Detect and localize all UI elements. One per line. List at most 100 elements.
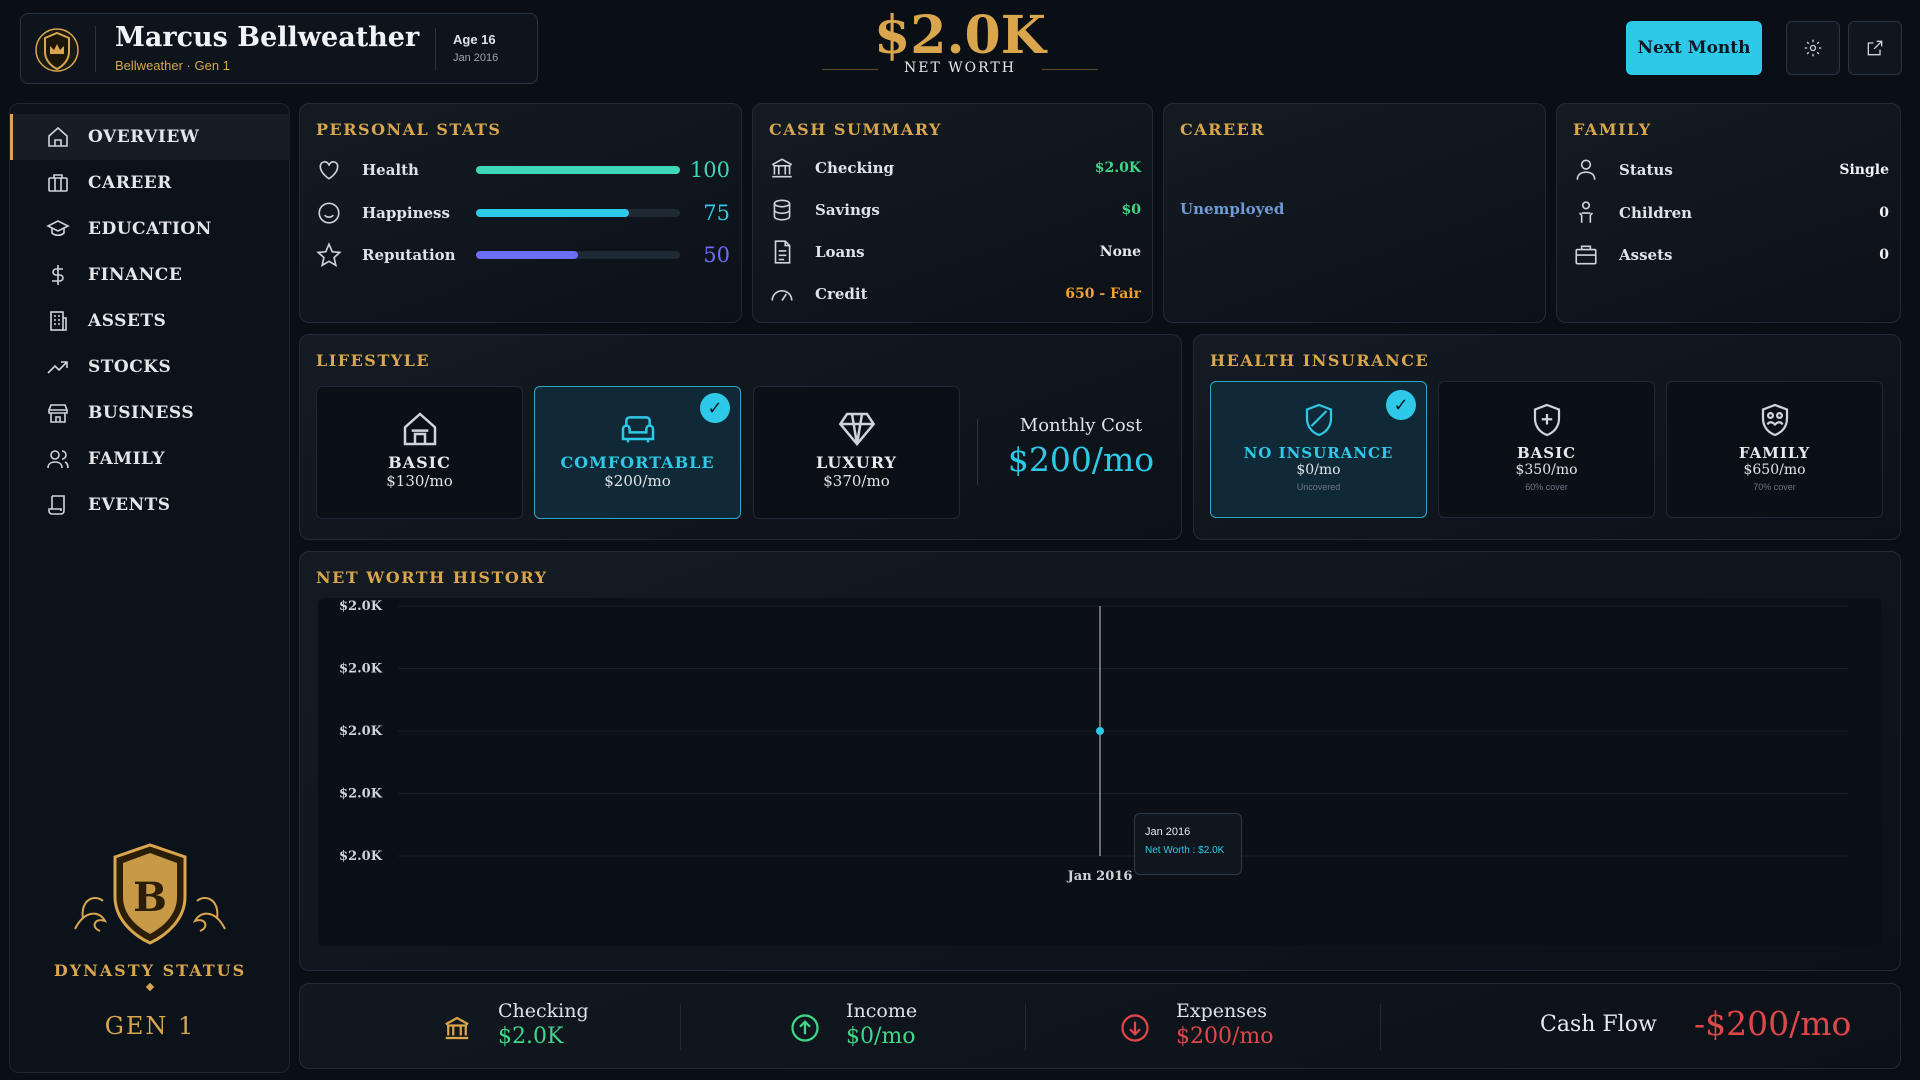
- check-icon: ✓: [1386, 390, 1416, 420]
- y-tick-label: $2.0K: [339, 662, 383, 677]
- family-label: Assets: [1619, 246, 1673, 264]
- sidebar-item-label: OVERVIEW: [88, 127, 200, 147]
- sidebar-item-education[interactable]: EDUCATION: [10, 206, 290, 252]
- dynasty-generation: GEN 1: [104, 1012, 196, 1040]
- briefcase-icon: [48, 174, 68, 192]
- player-name: Marcus Bellweather: [115, 22, 420, 53]
- briefcase-icon: [1575, 245, 1597, 265]
- arrow-up-circle-icon: [791, 1014, 819, 1042]
- person-icon: [1576, 159, 1596, 180]
- sidebar-item-stocks[interactable]: STOCKS: [10, 344, 290, 390]
- monthly-cost-value: $200/mo: [1007, 440, 1155, 479]
- lifestyle-option-luxury[interactable]: LUXURY $370/mo: [753, 386, 960, 519]
- cashflow-footer: Checking $2.0K Income $0/mo Expenses $20…: [299, 983, 1901, 1069]
- stat-label: Reputation: [362, 246, 456, 264]
- data-point[interactable]: [1096, 727, 1104, 735]
- option-title: BASIC: [388, 453, 451, 472]
- sidebar-item-label: EDUCATION: [88, 219, 212, 239]
- sidebar-item-label: CAREER: [88, 173, 172, 193]
- shield-plus-icon: [1533, 403, 1560, 437]
- dynasty-status-label: DYNASTY STATUS: [53, 961, 247, 980]
- bank-icon: [445, 1016, 469, 1040]
- sidebar-item-overview[interactable]: OVERVIEW: [10, 114, 290, 160]
- option-price: $350/mo: [1515, 462, 1578, 478]
- check-icon: ✓: [700, 393, 730, 423]
- y-tick-label: $2.0K: [339, 724, 383, 739]
- stat-row-happiness: Happiness 75: [316, 199, 736, 227]
- cash-row-checking: Checking $2.0K: [769, 154, 1141, 182]
- y-tick-label: $2.0K: [339, 599, 383, 614]
- sidebar-item-label: STOCKS: [88, 357, 172, 377]
- settings-button[interactable]: [1786, 21, 1840, 75]
- monthly-cost: Monthly Cost $200/mo: [986, 415, 1176, 479]
- insurance-option-basic[interactable]: BASIC $350/mo 60% cover: [1438, 381, 1655, 518]
- house-icon: [403, 412, 436, 446]
- sidebar-item-label: FINANCE: [88, 265, 183, 285]
- card-title: LIFESTYLE: [316, 351, 431, 370]
- scroll-icon: [48, 495, 65, 515]
- reputation-bar: [476, 251, 680, 259]
- player-age: Age 16: [453, 32, 496, 47]
- family-row-assets: Assets 0: [1573, 241, 1889, 269]
- family-value: 0: [1879, 205, 1889, 221]
- sofa-icon: [621, 416, 654, 443]
- option-title: NO INSURANCE: [1243, 444, 1394, 462]
- lifestyle-option-basic[interactable]: BASIC $130/mo: [316, 386, 523, 519]
- net-worth-chart[interactable]: $2.0K $2.0K $2.0K $2.0K $2.0K Jan 2016 Jan 20…: [318, 598, 1882, 946]
- family-value: 0: [1879, 247, 1889, 263]
- cash-row-savings: Savings $0: [769, 196, 1141, 224]
- health-bar: [476, 166, 680, 174]
- footer-expenses: Expenses $200/mo: [1176, 1000, 1274, 1049]
- career-card: CAREER Unemployed: [1163, 103, 1546, 323]
- users-icon: [47, 450, 69, 469]
- stat-value: 100: [689, 158, 730, 182]
- stat-label: Health: [362, 161, 419, 179]
- cash-label: Savings: [815, 201, 880, 219]
- sidebar-item-assets[interactable]: ASSETS: [10, 298, 290, 344]
- footer-cashflow-label: Cash Flow: [1540, 1012, 1657, 1037]
- external-link-icon: [1867, 40, 1883, 56]
- lifestyle-option-comfortable[interactable]: ✓ COMFORTABLE $200/mo: [534, 386, 741, 519]
- footer-cashflow-value: -$200/mo: [1694, 1004, 1852, 1043]
- child-icon: [1578, 201, 1594, 223]
- current-date: Jan 2016: [453, 52, 499, 64]
- sidebar-item-label: FAMILY: [88, 449, 166, 469]
- happiness-bar-fill: [476, 209, 629, 217]
- option-price: $200/mo: [604, 472, 671, 490]
- footer-income: Income $0/mo: [846, 1000, 917, 1049]
- smile-icon: [318, 202, 340, 224]
- card-title: CASH SUMMARY: [769, 120, 942, 139]
- store-icon: [48, 404, 68, 423]
- profile-card: Marcus Bellweather Bellweather · Gen 1 A…: [20, 13, 538, 84]
- insurance-option-family[interactable]: FAMILY $650/mo 70% cover: [1666, 381, 1883, 518]
- y-tick-label: $2.0K: [339, 849, 383, 864]
- option-price: $650/mo: [1743, 462, 1806, 478]
- family-row-status: Status Single: [1573, 156, 1889, 184]
- stat-label: Happiness: [362, 204, 450, 222]
- footer-checking-label: Checking: [498, 1000, 589, 1022]
- dynasty-subtitle: Bellweather · Gen 1: [115, 58, 230, 73]
- heart-icon: [319, 161, 339, 180]
- document-icon: [774, 240, 791, 264]
- footer-checking-value: $2.0K: [498, 1024, 564, 1049]
- footer-income-label: Income: [846, 1000, 918, 1022]
- option-title: LUXURY: [816, 453, 897, 472]
- option-price: $130/mo: [386, 472, 453, 490]
- option-title: BASIC: [1516, 444, 1577, 462]
- sidebar-item-business[interactable]: BUSINESS: [10, 390, 290, 436]
- sidebar-item-finance[interactable]: FINANCE: [10, 252, 290, 298]
- external-link-button[interactable]: [1848, 21, 1902, 75]
- insurance-option-none[interactable]: ✓ NO INSURANCE $0/mo Uncovered: [1210, 381, 1427, 518]
- sidebar-item-career[interactable]: CAREER: [10, 160, 290, 206]
- sidebar-item-family[interactable]: FAMILY: [10, 436, 290, 482]
- bank-icon: [771, 158, 793, 178]
- cash-value: None: [1099, 244, 1141, 260]
- diamond-icon: [838, 412, 875, 446]
- sidebar-item-label: BUSINESS: [88, 403, 195, 423]
- next-month-button[interactable]: Next Month: [1626, 21, 1762, 75]
- family-card: FAMILY Status Single Children 0 Assets 0: [1556, 103, 1901, 323]
- cash-label: Checking: [815, 159, 895, 177]
- sidebar-item-events[interactable]: EVENTS: [10, 482, 290, 528]
- gear-icon: [1804, 39, 1822, 57]
- cash-row-credit: Credit 650 - Fair: [769, 280, 1141, 308]
